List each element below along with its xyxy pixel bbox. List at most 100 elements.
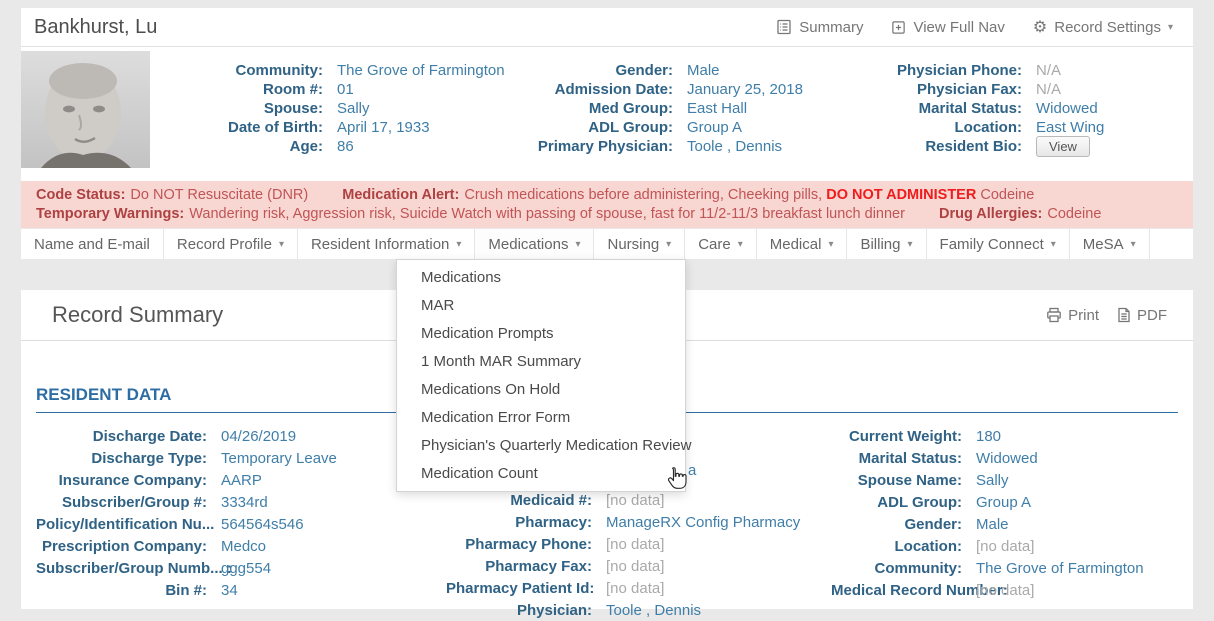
medication-alert: Medication Alert:Crush medications befor… xyxy=(342,187,1034,203)
field-row: Medicaid #: [no data] xyxy=(446,489,831,511)
field-label: Subscriber/Group #: xyxy=(36,493,219,512)
field-value: January 25, 2018 xyxy=(685,80,803,99)
patient-info-col1: Community: The Grove of Farmington Room … xyxy=(150,61,512,181)
resident-bio-label: Resident Bio: xyxy=(862,137,1034,157)
field-row: Subscriber/Group #: 3334rd xyxy=(36,491,446,513)
patient-name: Bankhurst, Lu xyxy=(34,16,157,39)
field-value: 34 xyxy=(219,581,238,600)
field-row: Room #: 01 xyxy=(150,80,512,99)
view-full-nav-label: View Full Nav xyxy=(913,19,1004,36)
summary-icon xyxy=(776,19,792,35)
print-button[interactable]: Print xyxy=(1046,307,1099,324)
nav-tab[interactable]: Family Connect ▾ xyxy=(927,229,1070,259)
field-label: Community: xyxy=(831,559,974,578)
field-row: Discharge Date: 04/26/2019 xyxy=(36,425,446,447)
field-label: Discharge Date: xyxy=(36,427,219,446)
field-label: Bin #: xyxy=(36,581,219,600)
nav-tab[interactable]: Medical ▾ xyxy=(757,229,848,259)
nav-tab-label: MeSA xyxy=(1083,236,1124,253)
nav-tab[interactable]: Nursing ▾ xyxy=(594,229,685,259)
nav-tab[interactable]: Name and E-mail ▾ xyxy=(21,229,164,259)
medication-alert-post: Codeine xyxy=(980,187,1034,203)
nav-tab[interactable]: Medications ▾ xyxy=(475,229,594,259)
menu-item[interactable]: Medications On Hold xyxy=(397,376,685,404)
record-summary-actions: Print PDF xyxy=(1046,307,1167,324)
view-full-nav-button[interactable]: View Full Nav xyxy=(891,19,1004,36)
nav-tab-label: Care xyxy=(698,236,731,253)
field-label: Prescription Company: xyxy=(36,537,219,556)
drug-allergies: Drug Allergies:Codeine xyxy=(939,206,1101,222)
chevron-down-icon: ▾ xyxy=(908,239,913,250)
medication-alert-label: Medication Alert: xyxy=(342,187,459,203)
field-label: ADL Group: xyxy=(512,118,685,137)
field-label: ADL Group: xyxy=(831,493,974,512)
record-settings-button[interactable]: ⚙ Record Settings ▾ xyxy=(1033,19,1173,36)
field-value: Group A xyxy=(685,118,742,137)
menu-item[interactable]: MAR xyxy=(397,292,685,320)
field-label: Pharmacy Phone: xyxy=(446,535,604,554)
menu-item[interactable]: Medication Count xyxy=(397,460,685,488)
chevron-down-icon: ▾ xyxy=(666,239,671,250)
field-row: Community: The Grove of Farmington xyxy=(150,61,512,80)
field-row: Spouse: Sally xyxy=(150,99,512,118)
patient-info-columns: Community: The Grove of Farmington Room … xyxy=(150,47,1193,181)
field-label: Physician Phone: xyxy=(862,61,1034,80)
chevron-down-icon: ▾ xyxy=(828,239,833,250)
field-row: Physician Phone: N/A xyxy=(862,61,1193,80)
menu-item[interactable]: Medication Error Form xyxy=(397,404,685,432)
field-value: Toole , Dennis xyxy=(685,137,782,156)
resident-bio-row: Resident Bio: View xyxy=(862,137,1193,157)
nav-tab[interactable]: Record Profile ▾ xyxy=(164,229,298,259)
alert-line-1: Code Status: Do NOT Resuscitate (DNR) Med… xyxy=(36,186,1178,205)
view-bio-button[interactable]: View xyxy=(1036,136,1090,157)
chevron-down-icon: ▾ xyxy=(1131,239,1136,250)
code-status-label: Code Status: xyxy=(36,187,125,203)
field-label: Community: xyxy=(150,61,335,80)
menu-item[interactable]: Medication Prompts xyxy=(397,320,685,348)
resident-data-col1: Discharge Date: 04/26/2019 Discharge Typ… xyxy=(36,425,446,621)
field-value: Medco xyxy=(219,537,266,556)
field-value: 04/26/2019 xyxy=(219,427,296,446)
gear-icon: ⚙ xyxy=(1033,19,1047,35)
temporary-warnings-value: Wandering risk, Aggression risk, Suicide… xyxy=(189,206,905,222)
medications-dropdown-menu: Medications MAR Medication Prompts 1 Mon… xyxy=(396,259,686,492)
patient-info-col3-rows: Physician Phone: N/A Physician Fax: N/A … xyxy=(862,61,1193,137)
alert-line-2: Temporary Warnings:Wandering risk, Aggre… xyxy=(36,205,1178,224)
field-value: Sally xyxy=(335,99,370,118)
pdf-button[interactable]: PDF xyxy=(1117,307,1167,324)
field-label: Med Group: xyxy=(512,99,685,118)
patient-info-band: Community: The Grove of Farmington Room … xyxy=(21,47,1193,181)
summary-button[interactable]: Summary xyxy=(776,19,863,36)
code-status: Code Status: Do NOT Resuscitate (DNR) xyxy=(36,187,308,203)
nav-tab[interactable]: MeSA ▾ xyxy=(1070,229,1150,259)
menu-item[interactable]: Physician's Quarterly Medication Review xyxy=(397,432,685,460)
field-row: Bin #: 34 xyxy=(36,579,446,601)
menu-item[interactable]: 1 Month MAR Summary xyxy=(397,348,685,376)
field-row: Pharmacy Patient Id: [no data] xyxy=(446,577,831,599)
chevron-down-icon: ▾ xyxy=(456,239,461,250)
field-value: AARP xyxy=(219,471,262,490)
field-row: Insurance Company: AARP xyxy=(36,469,446,491)
field-value: N/A xyxy=(1034,61,1061,80)
field-value: [no data] xyxy=(974,537,1034,556)
code-status-value: Do NOT Resuscitate (DNR) xyxy=(130,187,308,203)
nav-tab-label: Name and E-mail xyxy=(34,236,150,253)
field-label: Spouse: xyxy=(150,99,335,118)
nav-tab-label: Medications xyxy=(488,236,568,253)
field-row: Pharmacy Phone: [no data] xyxy=(446,533,831,555)
field-row: Age: 86 xyxy=(150,137,512,156)
field-label: Insurance Company: xyxy=(36,471,219,490)
nav-tab[interactable]: Resident Information ▾ xyxy=(298,229,475,259)
nav-tab[interactable]: Billing ▾ xyxy=(847,229,926,259)
menu-item[interactable]: Medications xyxy=(397,264,685,292)
chevron-down-icon: ▾ xyxy=(1168,22,1173,33)
field-label: Subscriber/Group Numb... : xyxy=(36,559,219,578)
chevron-down-icon: ▾ xyxy=(1051,239,1056,250)
field-label: Gender: xyxy=(831,515,974,534)
nav-tab[interactable]: Care ▾ xyxy=(685,229,757,259)
print-icon xyxy=(1046,307,1062,323)
expand-nav-icon xyxy=(891,20,906,35)
record-nav-bar: Name and E-mail ▾ Record Profile ▾ Resid… xyxy=(21,229,1193,259)
field-label: Medical Record Number: xyxy=(831,581,974,600)
pdf-label: PDF xyxy=(1137,307,1167,324)
